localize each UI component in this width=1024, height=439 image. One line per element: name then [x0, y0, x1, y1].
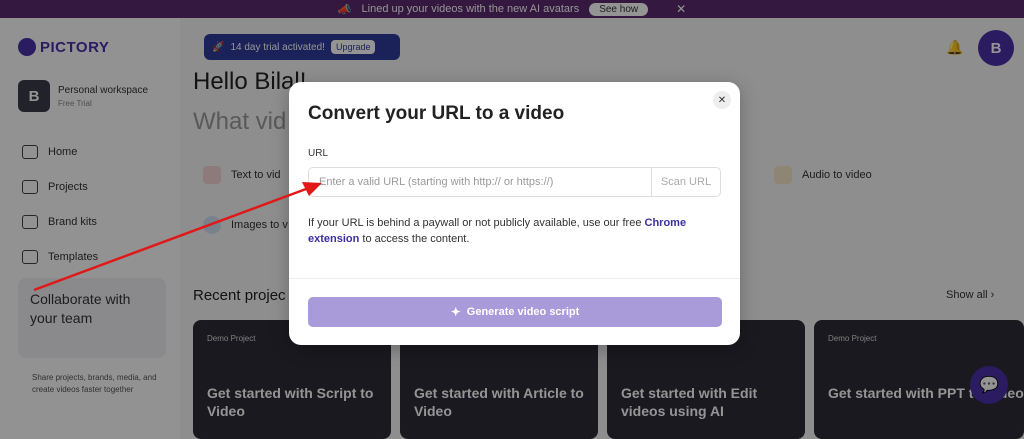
modal-title: Convert your URL to a video — [308, 103, 565, 124]
generate-video-script-button[interactable]: ✦ Generate video script — [308, 297, 722, 327]
sparkle-icon: ✦ — [450, 305, 461, 319]
paywall-info-text: If your URL is behind a paywall or not p… — [308, 215, 718, 247]
close-icon[interactable]: ✕ — [713, 91, 731, 109]
convert-url-modal: Convert your URL to a video ✕ URL Scan U… — [289, 82, 740, 345]
generate-button-label: Generate video script — [466, 306, 580, 318]
url-input[interactable] — [308, 167, 652, 197]
info-prefix: If your URL is behind a paywall or not p… — [308, 217, 645, 229]
scan-url-button[interactable]: Scan URL — [652, 167, 721, 197]
info-suffix: to access the content. — [359, 233, 470, 245]
modal-divider — [289, 278, 740, 279]
url-label: URL — [308, 148, 329, 159]
